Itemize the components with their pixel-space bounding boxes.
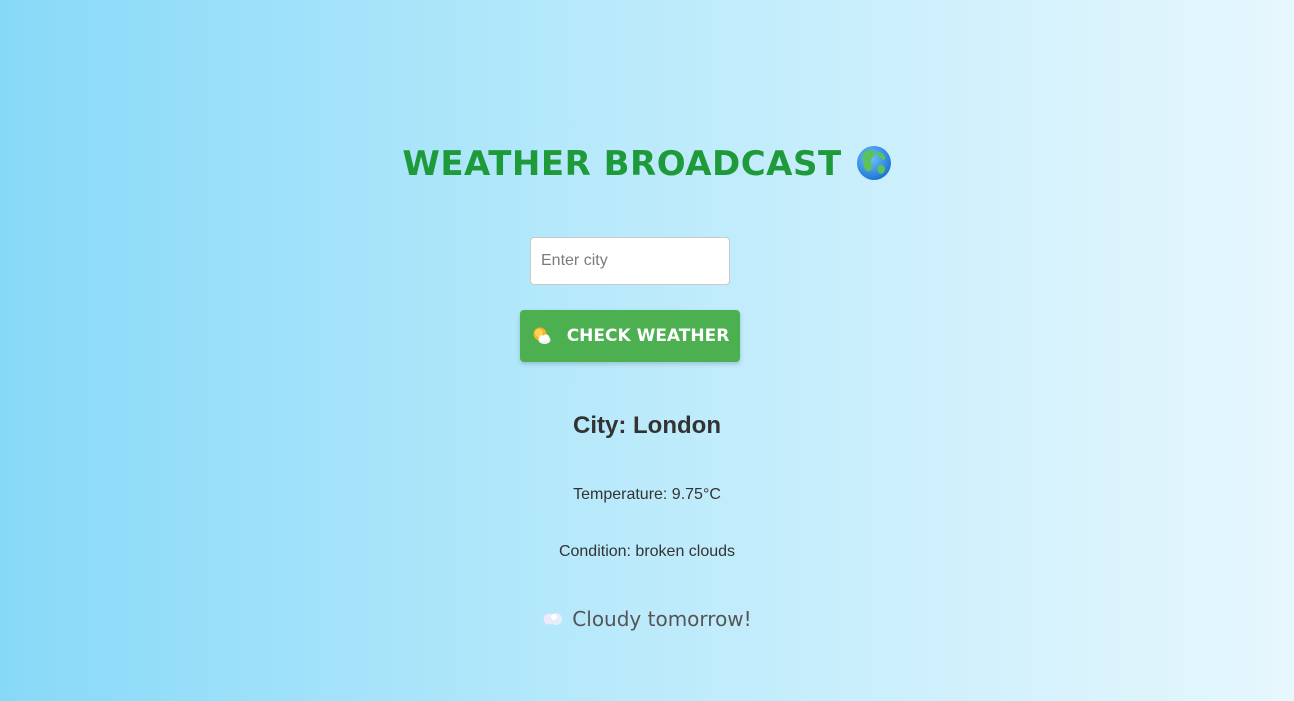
page-title: WEATHER BROADCAST — [0, 140, 1294, 188]
clouds-icon — [543, 612, 563, 625]
forecast-text: Cloudy tomorrow! — [572, 607, 752, 631]
result-temperature: Temperature: 9.75°C — [573, 486, 721, 503]
globe-icon — [856, 145, 891, 180]
check-weather-label: CHECK WEATHER — [566, 326, 730, 346]
page-title-text: WEATHER BROADCAST — [402, 144, 842, 184]
city-input[interactable] — [530, 237, 730, 285]
weather-app: WEATHER BROADCAST CHECK WEATHER City: Lo… — [0, 0, 1294, 701]
check-weather-button[interactable]: CHECK WEATHER — [520, 310, 740, 362]
result-condition: Condition: broken clouds — [558, 543, 736, 560]
forecast-message: Cloudy tomorrow! — [0, 605, 1294, 633]
result-city: City: London — [573, 412, 721, 439]
sun-behind-cloud-icon — [533, 327, 551, 344]
